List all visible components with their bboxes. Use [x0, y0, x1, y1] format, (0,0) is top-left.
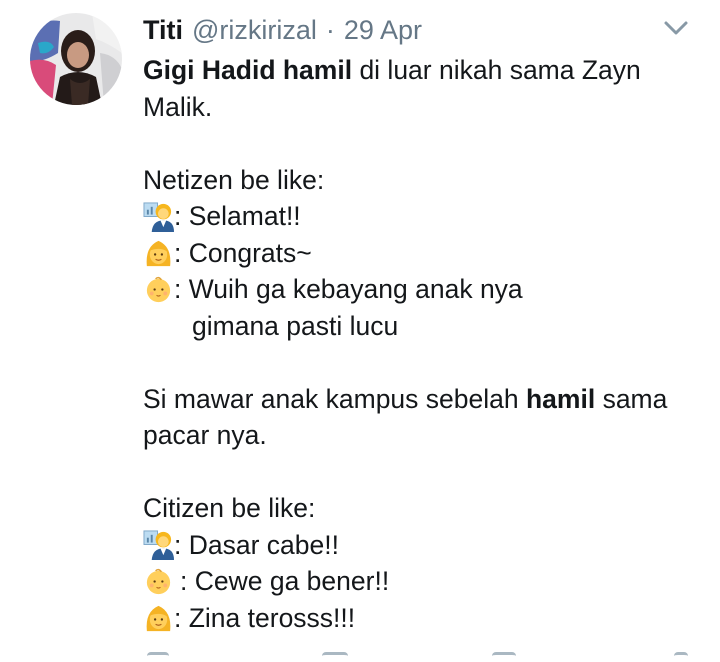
- tweet-text: Gigi Hadid hamil di luar nikah sama Zayn…: [143, 52, 703, 636]
- blond-woman-emoji-icon: [143, 602, 174, 633]
- text-span: Malik.: [143, 91, 213, 122]
- text-span: : Dasar cabe!!: [174, 529, 339, 560]
- baby-face-emoji-icon: [143, 566, 174, 597]
- text-span: pacar nya.: [143, 420, 267, 450]
- avatar-image: [30, 13, 122, 105]
- share-icon[interactable]: [674, 652, 688, 662]
- text-span: : Congrats~: [174, 237, 312, 268]
- text-line: : Selamat!!: [143, 198, 703, 235]
- author-name[interactable]: Titi: [143, 15, 183, 46]
- text-line: Gigi Hadid hamil di luar nikah sama Zayn: [143, 52, 703, 89]
- text-line: : Congrats~: [143, 235, 703, 272]
- text-line: Si mawar anak kampus sebelah hamil sama: [143, 381, 703, 418]
- text-bold: hamil: [525, 383, 596, 414]
- blond-woman-emoji-icon: [143, 237, 174, 268]
- woman-teacher-emoji-icon: [143, 529, 174, 561]
- text-line: : Zina terosss!!!: [143, 600, 703, 637]
- tweet-date[interactable]: 29 Apr: [344, 15, 422, 46]
- author-handle[interactable]: @rizkirizal: [192, 15, 317, 46]
- text-span: : Wuih ga kebayang anak nya: [174, 274, 523, 304]
- text-line: pacar nya.: [143, 417, 703, 454]
- reply-icon[interactable]: [147, 652, 169, 662]
- text-span: sama: [595, 383, 668, 414]
- text-span: : Zina terosss!!!: [174, 602, 356, 633]
- text-span: : Selamat!!: [174, 201, 301, 231]
- text-line: : Cewe ga bener!!: [143, 563, 703, 600]
- text-span: Si mawar anak kampus sebelah: [143, 383, 526, 414]
- text-line: Citizen be like:: [143, 490, 703, 527]
- woman-teacher-emoji-icon: [143, 201, 174, 232]
- text-line: Malik.: [143, 89, 703, 126]
- text-bold: Gigi Hadid hamil: [143, 55, 353, 85]
- text-span: Citizen be like:: [143, 493, 316, 523]
- text-span: Netizen be like:: [143, 164, 325, 195]
- baby-face-emoji-icon: [143, 274, 174, 305]
- tweet: Titi @rizkirizal · 29 Apr Gigi Hadid ham…: [0, 0, 720, 659]
- tweet-header: Titi @rizkirizal · 29 Apr: [143, 10, 422, 50]
- text-line: : Dasar cabe!!: [143, 527, 703, 564]
- text-line: gimana pasti lucu: [143, 308, 703, 345]
- avatar[interactable]: [30, 13, 122, 105]
- chevron-down-icon[interactable]: [663, 17, 689, 39]
- text-span: gimana pasti lucu: [192, 310, 399, 341]
- text-line: Netizen be like:: [143, 162, 703, 199]
- tweet-actions: [0, 652, 720, 659]
- text-span: : Cewe ga bener!!: [180, 566, 390, 596]
- retweet-icon[interactable]: [322, 652, 348, 662]
- separator-dot: ·: [325, 14, 335, 45]
- like-icon[interactable]: [492, 652, 516, 662]
- text-span: di luar nikah sama Zayn: [352, 55, 641, 85]
- text-line: : Wuih ga kebayang anak nya: [143, 271, 703, 308]
